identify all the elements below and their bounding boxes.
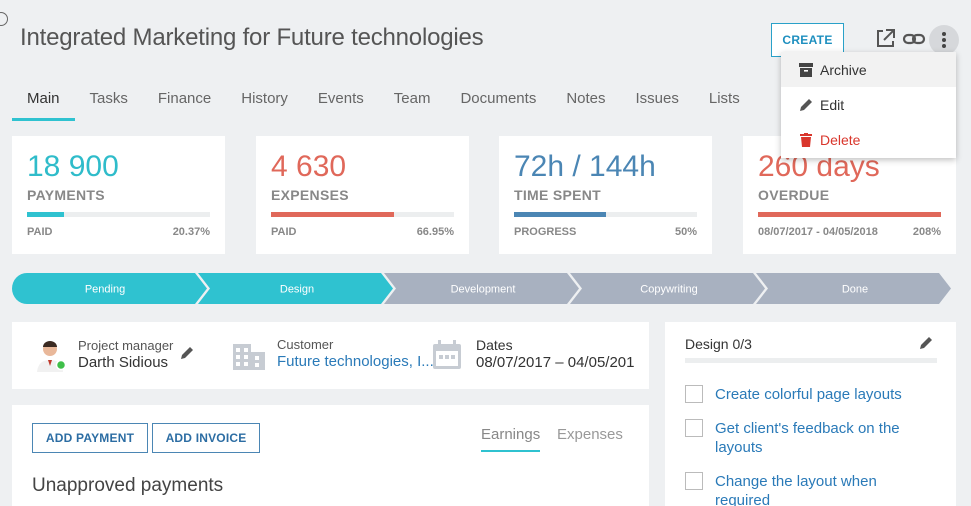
page-title: Integrated Marketing for Future technolo…	[20, 24, 484, 51]
time-spent-sub-left: PROGRESS	[514, 226, 577, 238]
tab-team[interactable]: Team	[379, 80, 446, 121]
trash-icon	[798, 132, 814, 148]
tab-notes[interactable]: Notes	[551, 80, 620, 121]
manager-label: Project manager	[78, 338, 174, 353]
stage-label: Pending	[85, 284, 125, 296]
add-invoice-button[interactable]: ADD INVOICE	[152, 423, 260, 453]
payments-sub-right: 20.37%	[172, 226, 210, 238]
checklist-item[interactable]: Get client's feedback on the layouts	[685, 419, 935, 457]
archive-icon	[798, 62, 814, 78]
checklist-title: Design 0/3	[685, 336, 752, 352]
tab-events[interactable]: Events	[303, 80, 379, 121]
overdue-sub-left: 08/07/2017 - 04/05/2018	[758, 226, 878, 238]
open-external-icon[interactable]	[873, 27, 897, 51]
dates-value: 08/07/2017 – 04/05/201	[476, 354, 635, 371]
time-spent-card: 72h / 144h TIME SPENT PROGRESS 50%	[499, 136, 712, 254]
payments-progress-fill	[27, 212, 65, 217]
stage-label: Done	[842, 284, 868, 296]
menu-item-delete[interactable]: Delete	[781, 122, 956, 157]
calendar-icon	[432, 340, 462, 375]
corner-circle-icon	[0, 12, 8, 26]
checkbox[interactable]	[685, 419, 703, 437]
stage-label: Copywriting	[640, 284, 697, 296]
building-icon	[233, 342, 265, 375]
checklist-item-text[interactable]: Get client's feedback on the layouts	[715, 419, 935, 457]
expenses-sub-left: PAID	[271, 226, 297, 238]
tab-issues[interactable]: Issues	[621, 80, 694, 121]
payments-value: 18 900	[27, 150, 119, 183]
overdue-sub-right: 208%	[912, 226, 941, 238]
checklist-item[interactable]: Create colorful page layouts	[685, 385, 935, 404]
overdue-progress-fill	[758, 212, 941, 217]
checklist-progress-bar	[685, 358, 937, 363]
tab-earnings[interactable]: Earnings	[481, 426, 541, 452]
expenses-card: 4 630 EXPENSES PAID 66.95%	[256, 136, 469, 254]
stage-label: Development	[451, 284, 516, 296]
dates-label: Dates	[476, 337, 513, 353]
checklist-item-text[interactable]: Create colorful page layouts	[715, 385, 935, 404]
edit-checklist-icon[interactable]	[919, 336, 933, 355]
manager-name: Darth Sidious	[78, 354, 169, 371]
checklist-item[interactable]: Change the layout when required	[685, 472, 935, 506]
edit-manager-icon[interactable]	[180, 346, 194, 365]
avatar	[33, 338, 67, 372]
menu-item-archive[interactable]: Archive	[781, 52, 956, 87]
checkbox[interactable]	[685, 472, 703, 490]
menu-edit-label: Edit	[820, 96, 845, 113]
menu-item-edit[interactable]: Edit	[781, 87, 956, 122]
customer-link[interactable]: Future technologies, I...	[277, 353, 434, 370]
tab-documents[interactable]: Documents	[445, 80, 551, 121]
more-vertical-icon	[942, 32, 946, 48]
tab-tasks[interactable]: Tasks	[75, 80, 143, 121]
time-spent-value: 72h / 144h	[514, 150, 656, 183]
payments-progress-bar	[27, 212, 210, 217]
expenses-value: 4 630	[271, 150, 347, 183]
customer-label: Customer	[277, 337, 334, 352]
payments-label: PAYMENTS	[27, 187, 105, 203]
time-spent-progress-bar	[514, 212, 697, 217]
stage-label: Design	[280, 284, 314, 296]
expenses-progress-bar	[271, 212, 454, 217]
overdue-progress-bar	[758, 212, 941, 217]
project-info-panel: Project manager Darth Sidious Customer F…	[12, 322, 649, 389]
checkbox[interactable]	[685, 385, 703, 403]
more-options-button[interactable]	[929, 25, 959, 55]
expenses-label: EXPENSES	[271, 187, 349, 203]
menu-delete-label: Delete	[820, 131, 861, 148]
add-payment-button[interactable]: ADD PAYMENT	[32, 423, 148, 453]
menu-archive-label: Archive	[820, 61, 867, 78]
time-spent-label: TIME SPENT	[514, 187, 602, 203]
section-title: Unapproved payments	[32, 475, 224, 496]
tab-main[interactable]: Main	[12, 80, 75, 121]
stage-pipeline: Pending Design Development Copywriting Done	[12, 273, 951, 304]
time-spent-sub-right: 50%	[674, 226, 697, 238]
finance-panel: ADD PAYMENT ADD INVOICE Earnings Expense…	[12, 405, 649, 506]
tab-bar: Main Tasks Finance History Events Team D…	[12, 80, 755, 121]
payments-sub-left: PAID	[27, 226, 53, 238]
time-spent-progress-fill	[514, 212, 606, 217]
tab-finance[interactable]: Finance	[143, 80, 226, 121]
link-icon[interactable]	[902, 27, 926, 51]
more-options-menu: Archive Edit Delete	[781, 52, 956, 158]
checklist-item-text[interactable]: Change the layout when required	[715, 472, 935, 506]
pencil-icon	[798, 97, 814, 113]
overdue-label: OVERDUE	[758, 187, 830, 203]
tab-history[interactable]: History	[226, 80, 303, 121]
payments-card: 18 900 PAYMENTS PAID 20.37%	[12, 136, 225, 254]
tab-lists[interactable]: Lists	[694, 80, 755, 121]
expenses-progress-fill	[271, 212, 394, 217]
tab-expenses[interactable]: Expenses	[557, 426, 623, 443]
expenses-sub-right: 66.95%	[416, 226, 454, 238]
